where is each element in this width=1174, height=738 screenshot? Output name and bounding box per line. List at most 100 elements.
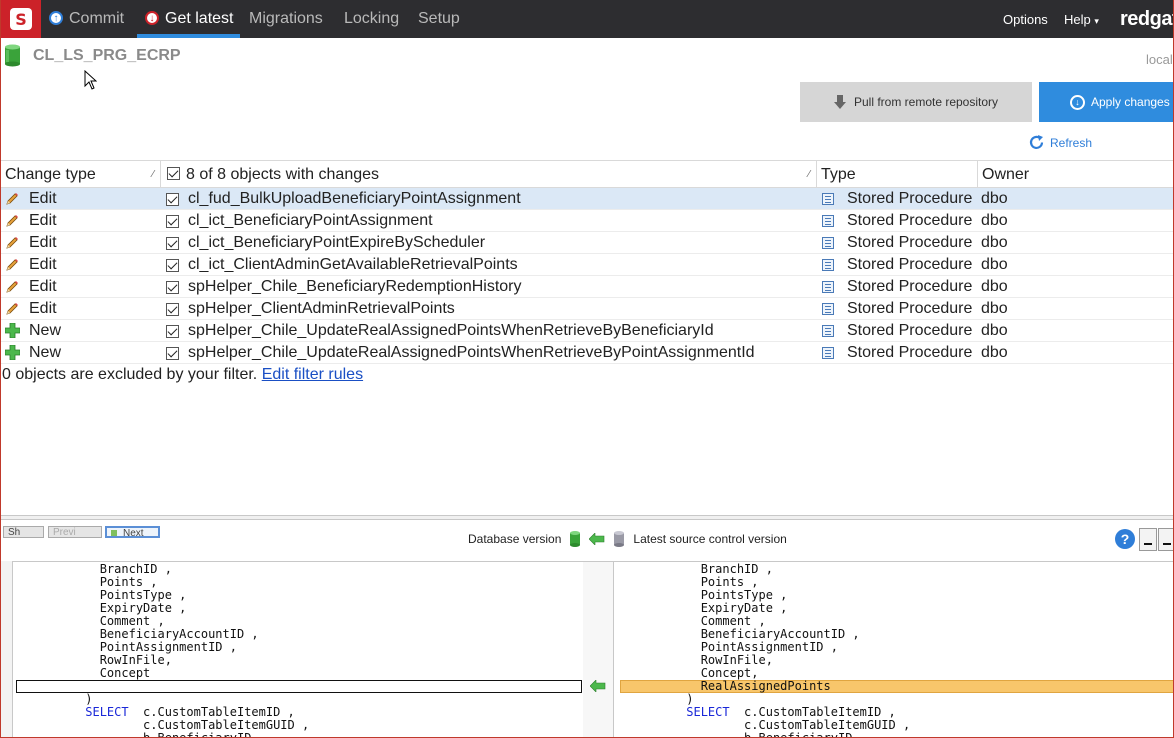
object-name: cl_fud_BulkUploadBeneficiaryPointAssignm… (188, 190, 521, 207)
pull-from-remote-button[interactable]: Pull from remote repository (800, 82, 1032, 122)
active-tab-indicator (137, 34, 240, 38)
object-name: spHelper_Chile_UpdateRealAssignedPointsW… (188, 322, 714, 339)
mouse-cursor-icon (84, 70, 97, 90)
change-type-label: Edit (29, 256, 57, 273)
stored-procedure-icon (822, 347, 834, 359)
pencil-icon (6, 193, 18, 205)
object-name: cl_ict_ClientAdminGetAvailableRetrievalP… (188, 256, 518, 273)
refresh-icon (1029, 135, 1044, 149)
sort-icon: ⁄ (152, 169, 154, 180)
row-checkbox[interactable] (166, 281, 179, 294)
app-logo[interactable]: S (1, 0, 41, 38)
object-name: cl_ict_BeneficiaryPointExpireByScheduler (188, 234, 486, 251)
row-checkbox[interactable] (166, 215, 179, 228)
sql-keyword: SELECT (686, 705, 730, 719)
column-objects[interactable]: 8 of 8 objects with changes ⁄ (161, 161, 817, 188)
source-control-version-code[interactable]: BranchID , Points , PointsType , ExpiryD… (613, 561, 1173, 738)
get-latest-icon (145, 0, 159, 38)
object-owner: dbo (981, 234, 1008, 251)
row-checkbox[interactable] (166, 193, 179, 206)
brand-logo: redgat (1120, 8, 1174, 30)
object-owner: dbo (981, 344, 1008, 361)
stored-procedure-icon (822, 193, 834, 205)
column-type[interactable]: Type (817, 161, 978, 188)
changes-table-header: Change type ⁄ 8 of 8 objects with changes… (1, 160, 1173, 188)
server-label: local (1146, 52, 1173, 67)
tab-locking[interactable]: Locking (344, 0, 399, 38)
change-type-label: Edit (29, 234, 57, 251)
sql-keyword: SELECT (85, 705, 129, 719)
change-type-label: Edit (29, 300, 57, 317)
table-row[interactable]: Edit cl_ict_ClientAdminGetAvailableRetri… (1, 254, 1173, 276)
column-owner[interactable]: Owner (978, 161, 1173, 188)
top-nav-bar: S Commit Get latest Migrations Locking S… (1, 0, 1174, 38)
object-type: Stored Procedure (847, 344, 973, 361)
row-checkbox[interactable] (166, 303, 179, 316)
database-icon (5, 44, 20, 67)
object-owner: dbo (981, 278, 1008, 295)
table-row[interactable]: Edit spHelper_Chile_BeneficiaryRedemptio… (1, 276, 1173, 298)
filter-summary: 0 objects are excluded by your filter. E… (2, 366, 364, 383)
database-version-code[interactable]: BranchID , Points , PointsType , ExpiryD… (12, 561, 583, 738)
object-type: Stored Procedure (847, 322, 973, 339)
pane-splitter[interactable] (1, 515, 1173, 520)
diff-arrow-column (583, 561, 613, 737)
next-button[interactable]: Next (105, 526, 160, 538)
edit-filter-rules-link[interactable]: Edit filter rules (262, 366, 363, 383)
row-checkbox[interactable] (166, 347, 179, 360)
object-type: Stored Procedure (847, 212, 973, 229)
object-name: cl_ict_BeneficiaryPointAssignment (188, 212, 433, 229)
object-type: Stored Procedure (847, 256, 973, 273)
object-type: Stored Procedure (847, 278, 973, 295)
source-control-version-icon (614, 531, 625, 547)
pencil-icon (6, 215, 18, 227)
pencil-icon (6, 303, 18, 315)
table-row[interactable]: Edit cl_ict_BeneficiaryPointAssignment S… (1, 210, 1173, 232)
row-checkbox[interactable] (166, 237, 179, 250)
app-window: S Commit Get latest Migrations Locking S… (0, 0, 1174, 738)
apply-changes-button[interactable]: ↓ Apply changes (1039, 82, 1173, 122)
database-version-icon (570, 531, 581, 547)
tab-commit[interactable]: Commit (49, 0, 124, 38)
table-row[interactable]: Edit spHelper_ClientAdminRetrievalPoints… (1, 298, 1173, 320)
minimize-pane-button[interactable] (1139, 528, 1157, 551)
object-name: spHelper_ClientAdminRetrievalPoints (188, 300, 455, 317)
select-all-checkbox[interactable] (167, 167, 180, 180)
tab-setup[interactable]: Setup (418, 0, 460, 38)
table-row[interactable]: Edit cl_fud_BulkUploadBeneficiaryPointAs… (1, 188, 1173, 210)
stored-procedure-icon (822, 215, 834, 227)
diff-gutter (1, 561, 12, 737)
version-legend: Database version Latest source control v… (468, 531, 787, 547)
column-change-type[interactable]: Change type ⁄ (1, 161, 161, 188)
table-row[interactable]: Edit cl_ict_BeneficiaryPointExpireBySche… (1, 232, 1173, 254)
arrow-left-icon (589, 533, 605, 545)
options-menu[interactable]: Options (1003, 0, 1048, 38)
help-icon[interactable]: ? (1115, 529, 1135, 549)
object-owner: dbo (981, 256, 1008, 273)
plus-icon (5, 345, 20, 360)
change-type-label: Edit (29, 278, 57, 295)
row-checkbox[interactable] (166, 259, 179, 272)
object-type: Stored Procedure (847, 190, 973, 207)
change-type-label: Edit (29, 212, 57, 229)
database-name: CL_LS_PRG_ECRP (33, 47, 181, 64)
tab-get-latest[interactable]: Get latest (145, 0, 233, 38)
plus-icon (5, 323, 20, 338)
help-menu[interactable]: Help ▾ (1064, 0, 1099, 38)
code-line: b.BeneficiaryID , (614, 731, 867, 738)
code-line: b.BeneficiaryID , (13, 731, 266, 738)
pencil-icon (6, 259, 18, 271)
tab-migrations[interactable]: Migrations (249, 0, 323, 38)
refresh-link[interactable]: Refresh (1028, 134, 1092, 151)
previous-button[interactable]: Previ (48, 526, 102, 538)
next-icon (111, 530, 117, 536)
arrow-left-icon (590, 680, 606, 692)
code-line: Concept (13, 666, 151, 680)
collapse-pane-button[interactable] (1158, 528, 1173, 551)
row-checkbox[interactable] (166, 325, 179, 338)
table-row[interactable]: New spHelper_Chile_UpdateRealAssignedPoi… (1, 320, 1173, 342)
stored-procedure-icon (822, 303, 834, 315)
change-type-label: New (29, 344, 62, 361)
table-row[interactable]: New spHelper_Chile_UpdateRealAssignedPoi… (1, 342, 1173, 364)
show-button[interactable]: Sh (3, 526, 44, 538)
